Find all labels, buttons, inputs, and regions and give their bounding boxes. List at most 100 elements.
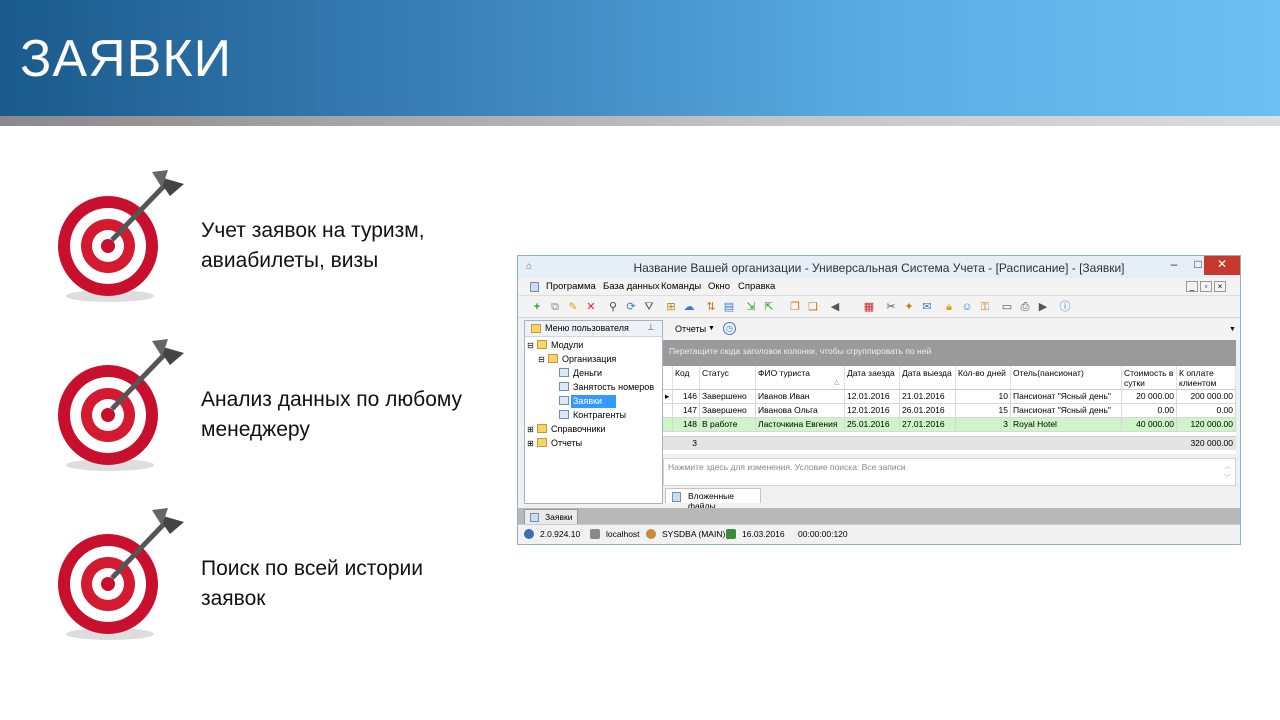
tree-icon[interactable]: ⊞ bbox=[664, 300, 678, 314]
speaker-icon[interactable]: ◀ bbox=[828, 300, 842, 314]
delete-icon[interactable]: ✕ bbox=[584, 300, 598, 314]
search-icon[interactable]: ⚲ bbox=[606, 300, 620, 314]
grid-cell[interactable]: 146 bbox=[673, 390, 700, 404]
menu-item[interactable]: База данных bbox=[603, 281, 660, 292]
tree-node-directories[interactable]: ⊞ Справочники bbox=[525, 423, 662, 437]
tab-attached-files[interactable]: Вложенные файлы bbox=[665, 488, 761, 511]
clock-icon[interactable]: ◷ bbox=[723, 322, 736, 335]
overflow-icon[interactable]: ▼ bbox=[1229, 326, 1236, 333]
user-icon bbox=[646, 529, 656, 539]
column-header[interactable]: Кол-во дней bbox=[956, 366, 1011, 390]
tree-node-modules[interactable]: ⊟ Модули bbox=[525, 339, 662, 353]
grid-cell[interactable]: 12.01.2016 bbox=[845, 404, 900, 418]
edit-icon[interactable]: ✎ bbox=[566, 300, 580, 314]
menu-item[interactable]: Программа bbox=[546, 281, 596, 292]
window-new-icon[interactable]: ❐ bbox=[788, 300, 802, 314]
magic-icon[interactable]: ✦ bbox=[902, 300, 916, 314]
grid-cell[interactable]: 15 bbox=[956, 404, 1011, 418]
grid-cell[interactable]: 0.00 bbox=[1122, 404, 1177, 418]
pin-icon[interactable]: ⊥ bbox=[647, 322, 655, 333]
close-button[interactable]: ✕ bbox=[1204, 256, 1240, 275]
content-panel: Отчеты ▼ ◷ ▼ Перетащите сюда заголовок к… bbox=[663, 320, 1240, 511]
column-header[interactable]: К оплате клиентом bbox=[1177, 366, 1236, 390]
tree-node-reports[interactable]: ⊞ Отчеты bbox=[525, 437, 662, 451]
mdi-minimize-button[interactable]: _ bbox=[1186, 281, 1198, 292]
export-icon[interactable]: ⇱ bbox=[762, 300, 776, 314]
preview-icon[interactable]: ▶ bbox=[1036, 300, 1050, 314]
grid-cell[interactable]: 26.01.2016 bbox=[900, 404, 956, 418]
tree-node-organization[interactable]: ⊟ Организация bbox=[525, 353, 662, 367]
note-icon[interactable]: ✉ bbox=[920, 300, 934, 314]
copy-icon[interactable]: ⧉ bbox=[548, 300, 562, 314]
slide-title: ЗАЯВКИ bbox=[20, 30, 232, 88]
grid-cell[interactable]: 3 bbox=[956, 418, 1011, 432]
menu-item[interactable]: Команды bbox=[661, 281, 701, 292]
report-icon[interactable]: ▤ bbox=[722, 300, 736, 314]
grid-cell[interactable]: 0.00 bbox=[1177, 404, 1236, 418]
reports-button[interactable]: Отчеты bbox=[675, 324, 706, 334]
column-header[interactable]: ФИО туриста bbox=[756, 366, 845, 390]
grid-cell[interactable]: 120 000.00 bbox=[1177, 418, 1236, 432]
scroll-down-icon[interactable]: ﹀ bbox=[1224, 473, 1231, 483]
tree-node-occupancy[interactable]: Занятость номеров bbox=[525, 381, 662, 395]
users-icon[interactable]: ☺ bbox=[960, 300, 974, 314]
key-icon[interactable]: ⚿ bbox=[978, 300, 992, 314]
sort-icon[interactable]: ⇅ bbox=[704, 300, 718, 314]
import-icon[interactable]: ⇲ bbox=[744, 300, 758, 314]
user-menu-title: Меню пользователя bbox=[545, 323, 629, 333]
column-header[interactable]: Дата выезда bbox=[900, 366, 956, 390]
chat-icon[interactable]: ☁ bbox=[682, 300, 696, 314]
grid-cell[interactable]: Ласточкина Евгения bbox=[756, 418, 845, 432]
tree-node-money[interactable]: Деньги bbox=[525, 367, 662, 381]
grid-cell[interactable]: В работе bbox=[700, 418, 756, 432]
calendar-icon[interactable]: ▦ bbox=[862, 300, 876, 314]
filter-panel[interactable]: Нажмите здесь для изменения. Условие пои… bbox=[663, 458, 1236, 486]
minimize-button[interactable]: – bbox=[1162, 256, 1186, 275]
reports-bar: Отчеты ▼ ◷ ▼ bbox=[663, 320, 1240, 340]
lock-icon[interactable]: 🔒︎ bbox=[942, 300, 956, 314]
app-window: ⌂ Название Вашей организации - Универсал… bbox=[517, 255, 1241, 545]
grid-cell[interactable]: Иванов Иван bbox=[756, 390, 845, 404]
info-icon[interactable]: ⓘ bbox=[1058, 300, 1072, 314]
grid-cell[interactable]: 27.01.2016 bbox=[900, 418, 956, 432]
status-bar: 2.0.924.10 localhost SYSDBA (MAIN) 16.03… bbox=[518, 524, 1240, 544]
column-header[interactable]: Статус bbox=[700, 366, 756, 390]
tools-icon[interactable]: ✂ bbox=[884, 300, 898, 314]
grid-cell[interactable]: Пансионат "Ясный день" bbox=[1011, 390, 1122, 404]
column-header[interactable]: Отель(пансионат) bbox=[1011, 366, 1122, 390]
mdi-close-button[interactable]: × bbox=[1214, 281, 1226, 292]
menu-item[interactable]: Справка bbox=[738, 281, 775, 292]
grid-cell[interactable]: Пансионат "Ясный день" bbox=[1011, 404, 1122, 418]
grid-cell[interactable]: Иванова Ольга bbox=[756, 404, 845, 418]
grid-cell[interactable]: 200 000.00 bbox=[1177, 390, 1236, 404]
tab-requests[interactable]: Заявки bbox=[524, 509, 578, 524]
grid-cell[interactable]: Завершено bbox=[700, 390, 756, 404]
grid-cell[interactable]: 12.01.2016 bbox=[845, 390, 900, 404]
grid-cell[interactable]: 10 bbox=[956, 390, 1011, 404]
add-icon[interactable]: + bbox=[530, 300, 544, 314]
column-header[interactable]: Стоимость в сутки bbox=[1122, 366, 1177, 390]
grid-cell[interactable]: 20 000.00 bbox=[1122, 390, 1177, 404]
page-icon[interactable]: ▭ bbox=[1000, 300, 1014, 314]
grid-cell[interactable]: 40 000.00 bbox=[1122, 418, 1177, 432]
scroll-up-icon[interactable]: ︿ bbox=[1224, 461, 1231, 471]
print-icon[interactable]: ⎙ bbox=[1018, 300, 1032, 314]
window-open-icon[interactable]: ❏ bbox=[806, 300, 820, 314]
grid-cell[interactable]: 147 bbox=[673, 404, 700, 418]
grid-cell[interactable]: 21.01.2016 bbox=[900, 390, 956, 404]
reports-dropdown-icon[interactable]: ▼ bbox=[708, 325, 715, 332]
grid-cell[interactable]: Royal Hotel bbox=[1011, 418, 1122, 432]
refresh-icon[interactable]: ⟳ bbox=[624, 300, 638, 314]
column-header[interactable]: Код bbox=[673, 366, 700, 390]
grid-cell[interactable]: 148 bbox=[673, 418, 700, 432]
tree-node-requests[interactable]: Заявки bbox=[525, 395, 662, 409]
filter-icon[interactable]: ⛛ bbox=[642, 300, 656, 314]
column-header[interactable]: Дата заезда bbox=[845, 366, 900, 390]
group-by-area[interactable]: Перетащите сюда заголовок колонки, чтобы… bbox=[663, 340, 1236, 366]
file-icon bbox=[672, 492, 681, 502]
menu-item[interactable]: Окно bbox=[708, 281, 730, 292]
grid-cell[interactable]: 25.01.2016 bbox=[845, 418, 900, 432]
mdi-restore-button[interactable]: ▫ bbox=[1200, 281, 1212, 292]
tree-node-contractors[interactable]: Контрагенты bbox=[525, 409, 662, 423]
grid-cell[interactable]: Завершено bbox=[700, 404, 756, 418]
